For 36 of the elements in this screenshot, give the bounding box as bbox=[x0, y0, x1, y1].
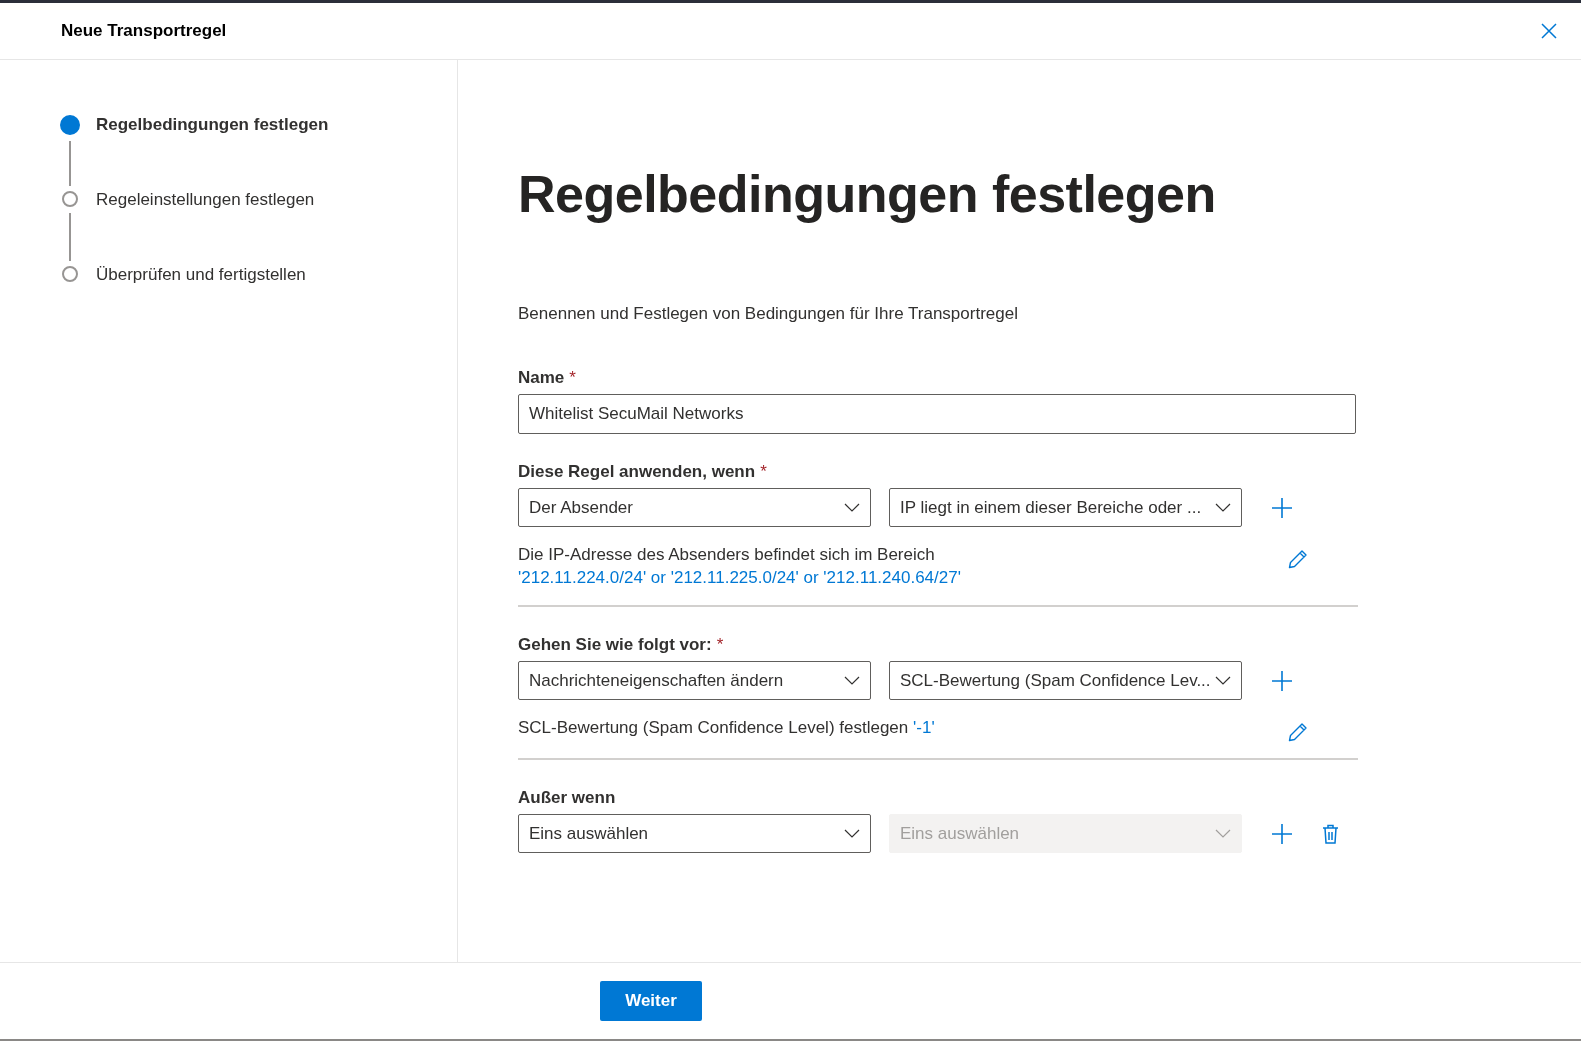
add-icon[interactable] bbox=[1272, 497, 1292, 518]
name-input-field[interactable]: Whitelist SecuMail Networks bbox=[518, 394, 1356, 434]
required-asterisk: * bbox=[569, 368, 576, 388]
condition-value-link[interactable]: '212.11.224.0/24' or '212.11.225.0/24' or '212.11.240.64/27' bbox=[518, 568, 961, 587]
required-asterisk: * bbox=[760, 462, 767, 482]
window-title: Neue Transportregel bbox=[61, 21, 227, 41]
field-label: Diese Regel anwenden, wenn bbox=[518, 462, 756, 482]
chevron-down-icon bbox=[844, 675, 860, 686]
page-heading: Regelbedingungen festlegen bbox=[518, 164, 1217, 224]
field-label: Name bbox=[518, 368, 565, 388]
chevron-down-icon bbox=[844, 502, 860, 513]
step-label[interactable]: Regelbedingungen festlegen bbox=[96, 115, 329, 190]
condition-value-link[interactable]: '-1' bbox=[913, 718, 935, 737]
condition-description: SCL-Bewertung (Spam Confidence Level) festlegen '-1' bbox=[518, 717, 935, 739]
dropdown[interactable]: SCL-Bewertung (Spam Confidence Lev... bbox=[889, 661, 1242, 700]
delete-icon[interactable] bbox=[1322, 823, 1339, 844]
field-label: Außer wenn bbox=[518, 788, 616, 808]
add-icon[interactable] bbox=[1272, 823, 1292, 844]
page-description: Benennen und Festlegen von Bedingungen für Ihre Transportregel bbox=[518, 304, 1019, 324]
dropdown[interactable]: IP liegt in einem dieser Bereiche oder ... bbox=[889, 488, 1242, 527]
edit-icon[interactable] bbox=[1288, 722, 1308, 742]
add-icon[interactable] bbox=[1272, 670, 1292, 691]
dropdown[interactable]: Der Absender bbox=[518, 488, 871, 527]
close-icon[interactable] bbox=[1541, 23, 1557, 39]
chevron-down-icon bbox=[1215, 828, 1231, 839]
dropdown[interactable]: Eins auswählen bbox=[518, 814, 871, 853]
required-asterisk: * bbox=[716, 635, 724, 655]
chevron-down-icon bbox=[1215, 675, 1231, 686]
condition-description: Die IP-Adresse des Absenders befindet sich im Bereich '212.11.224.0/24' or '212.11.225.0/24' or '212.11.240.64/27' bbox=[518, 544, 961, 589]
field-label: Gehen Sie wie folgt vor: bbox=[518, 635, 712, 655]
step-label[interactable]: Überprüfen und fertigstellen bbox=[96, 265, 306, 340]
chevron-down-icon bbox=[844, 828, 860, 839]
step-label[interactable]: Regeleinstellungen festlegen bbox=[96, 190, 315, 265]
next-button[interactable]: Weiter bbox=[600, 981, 702, 1021]
dropdown[interactable]: Nachrichteneigenschaften ändern bbox=[518, 661, 871, 700]
chevron-down-icon bbox=[1215, 502, 1231, 513]
